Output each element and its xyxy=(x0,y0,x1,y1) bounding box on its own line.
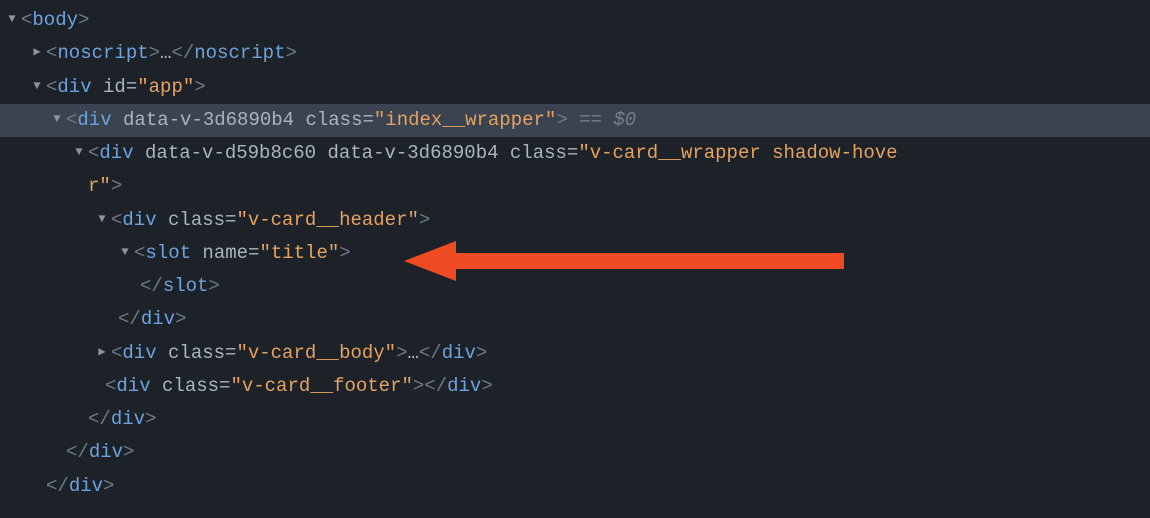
dom-node-div-index-wrapper[interactable]: ▼ <div data-v-3d6890b4 class="index__wra… xyxy=(0,104,1150,137)
disclosure-triangle-icon[interactable]: ▼ xyxy=(72,142,86,163)
dom-node-div-vcard-header[interactable]: ▼ <div class="v-card__header"> xyxy=(0,204,1150,237)
dom-node-noscript[interactable]: ▶ <noscript>…</noscript> xyxy=(0,37,1150,70)
disclosure-triangle-icon[interactable]: ▼ xyxy=(30,76,44,97)
disclosure-triangle-icon[interactable]: ▼ xyxy=(118,242,132,263)
dom-node-div-vcard-wrapper[interactable]: ▼ <div data-v-d59b8c60 data-v-3d6890b4 c… xyxy=(0,137,1150,170)
disclosure-triangle-icon[interactable]: ▼ xyxy=(95,209,109,230)
disclosure-triangle-icon[interactable]: ▼ xyxy=(50,109,64,130)
selected-marker: == $0 xyxy=(579,104,636,137)
disclosure-triangle-icon[interactable]: ▶ xyxy=(95,342,109,363)
dom-node-slot-close[interactable]: </slot> xyxy=(0,270,1150,303)
disclosure-triangle-icon[interactable]: ▼ xyxy=(5,9,19,30)
dom-node-div-vcard-wrapper-cont[interactable]: ▼ r"> xyxy=(0,170,1150,203)
dom-node-div-app[interactable]: ▼ <div id="app"> xyxy=(0,71,1150,104)
disclosure-triangle-icon[interactable]: ▶ xyxy=(30,42,44,63)
dom-node-card-close[interactable]: ▼ </div> xyxy=(0,403,1150,436)
dom-node-div-vcard-footer[interactable]: <div class="v-card__footer"></div> xyxy=(0,370,1150,403)
dom-node-body[interactable]: ▼ <body> xyxy=(0,4,1150,37)
dom-node-slot-title[interactable]: ▼ <slot name="title"> xyxy=(0,237,1150,270)
dom-node-header-close[interactable]: </div> xyxy=(0,303,1150,336)
dom-node-div-vcard-body[interactable]: ▶ <div class="v-card__body">…</div> xyxy=(0,337,1150,370)
dom-node-app-close[interactable]: ▼ </div> xyxy=(0,470,1150,503)
dom-node-wrapper-close[interactable]: ▼ </div> xyxy=(0,436,1150,469)
